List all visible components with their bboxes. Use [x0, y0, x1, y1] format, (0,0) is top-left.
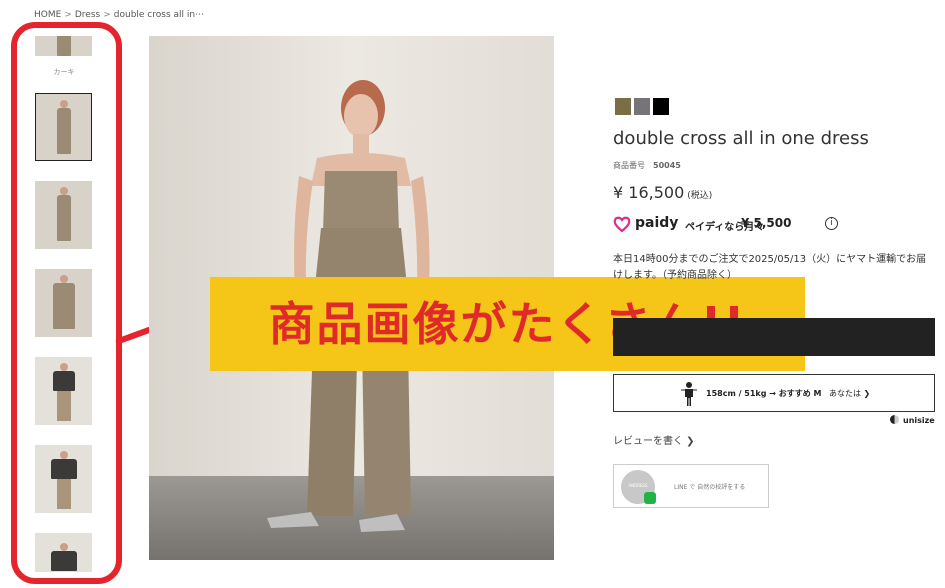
paidy-brand: paidy — [635, 215, 679, 231]
sku-value: 50045 — [653, 161, 681, 170]
paidy-logo-icon — [613, 216, 631, 233]
product-price: ¥ 16,500 (税込) — [613, 183, 712, 202]
line-review-widget[interactable]: ANDRESS LINE で 自然の校評をする — [613, 464, 769, 508]
unisize-logo-icon — [890, 415, 899, 424]
breadcrumb-separator: > — [103, 10, 111, 20]
color-swatch-gray[interactable] — [634, 98, 650, 115]
highlight-frame — [11, 22, 122, 584]
paidy-amount: ¥ 5,500 — [741, 216, 792, 230]
write-review-link[interactable]: レビューを書く ❯ — [613, 432, 695, 447]
color-swatch-khaki[interactable] — [615, 98, 631, 115]
unisize-recommendation: 158cm / 51kg → おすすめ M — [706, 389, 822, 398]
product-sku: 商品番号 50045 — [613, 160, 681, 171]
delivery-notice: 本日14時00分までのご注文で2025/05/13（火）にヤマト運輸でお届けしま… — [613, 254, 927, 281]
breadcrumb: HOME > Dress > double cross all in⋯ — [34, 10, 204, 20]
person-icon — [681, 382, 697, 406]
line-icon — [644, 492, 656, 504]
color-swatch-black[interactable] — [653, 98, 669, 115]
sku-label: 商品番号 — [613, 161, 645, 170]
avatar-text: ANDRESS — [628, 483, 648, 488]
unisize-size-recommendation[interactable]: 158cm / 51kg → おすすめ M あなたは ❯ — [613, 374, 935, 412]
breadcrumb-current: double cross all in⋯ — [113, 10, 205, 20]
unisize-you-link[interactable]: あなたは ❯ — [829, 388, 870, 399]
product-page: HOME>Dress>double cross all in⋯ カーキ — [0, 0, 945, 588]
breadcrumb-category[interactable]: Dress — [75, 10, 100, 20]
add-to-cart-button[interactable] — [613, 318, 935, 356]
breadcrumb-home[interactable]: HOME — [34, 10, 61, 20]
breadcrumb-separator: > — [64, 10, 72, 20]
unisize-brand: unisize — [890, 415, 935, 425]
line-widget-text: LINE で 自然の校評をする — [674, 484, 746, 491]
tax-note: (税込) — [687, 191, 713, 201]
unisize-brand-text: unisize — [903, 416, 935, 425]
info-icon[interactable]: i — [825, 217, 838, 230]
price-value: ¥ 16,500 — [613, 183, 685, 202]
product-title: double cross all in one dress — [613, 128, 869, 149]
